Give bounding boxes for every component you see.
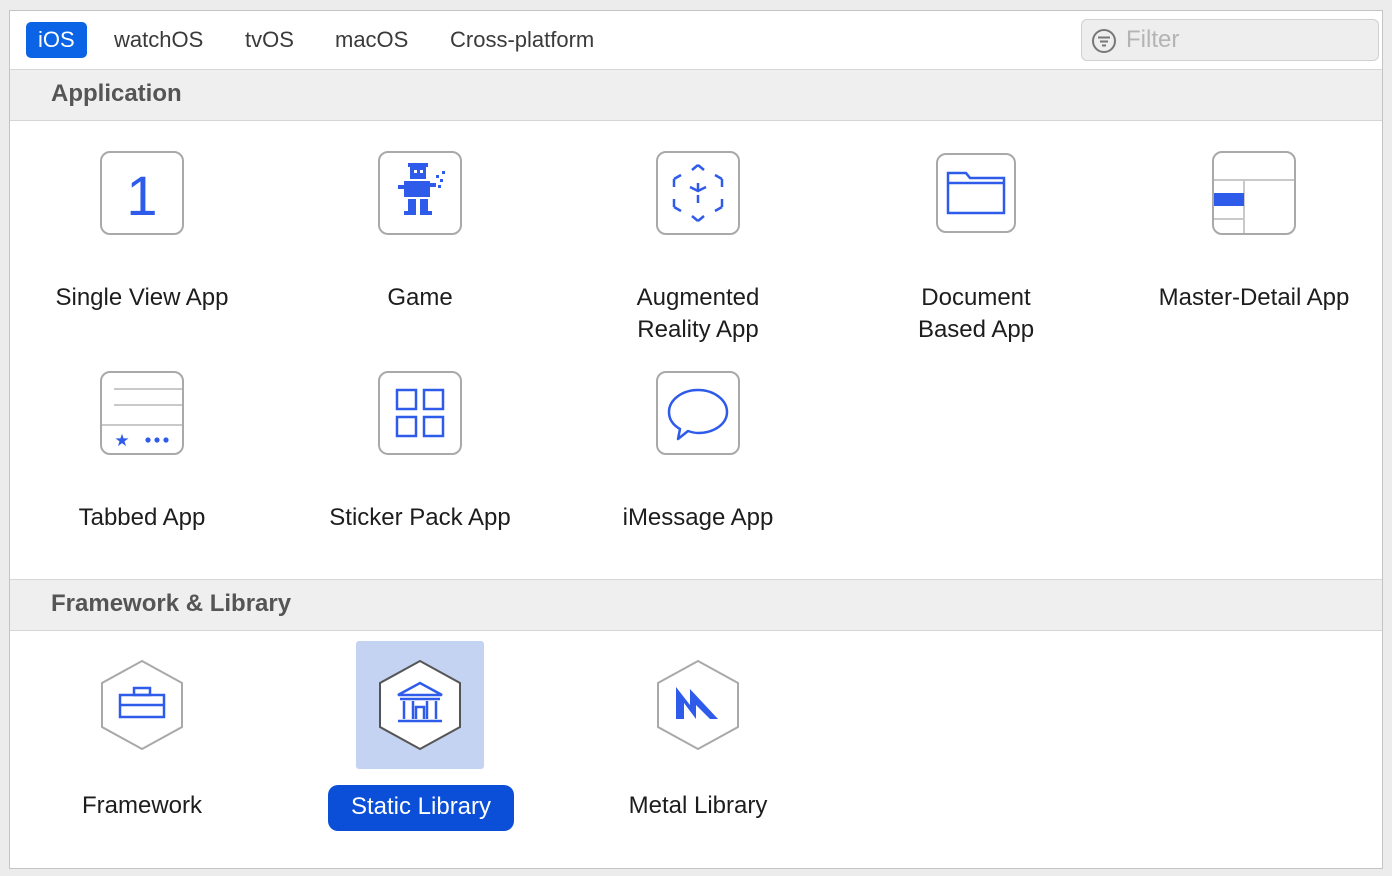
platform-tab-bar: iOS watchOS tvOS macOS Cross-platform (10, 11, 1382, 70)
grid-icon (378, 371, 462, 455)
template-label: Master-Detail App (1158, 284, 1350, 311)
svg-text:1: 1 (126, 164, 157, 227)
template-label: Augmented Reality App (636, 284, 760, 343)
svg-text:★: ★ (114, 431, 129, 451)
game-icon (378, 151, 462, 235)
tab-tvos[interactable]: tvOS (233, 22, 306, 58)
filter-icon (1092, 29, 1116, 53)
folder-icon (936, 153, 1016, 233)
template-label: Sticker Pack App (329, 504, 511, 531)
ar-cube-icon (656, 151, 740, 235)
section-title: Application (51, 80, 182, 107)
template-tabbed-app[interactable]: ★ Tabbed App (12, 371, 272, 551)
tab-watchos[interactable]: watchOS (102, 22, 215, 58)
template-master-detail-app[interactable]: Master-Detail App (1124, 151, 1384, 331)
template-label: Game (387, 284, 453, 311)
bank-icon (379, 659, 461, 751)
section-header-framework: Framework & Library (10, 579, 1382, 631)
template-imessage-app[interactable]: iMessage App (568, 371, 828, 551)
template-augmented-reality-app[interactable]: Augmented Reality App (568, 151, 828, 351)
template-metal-library[interactable]: Metal Library (568, 659, 828, 829)
filter-input[interactable] (1124, 24, 1368, 56)
template-document-based-app[interactable]: Document Based App (846, 151, 1106, 351)
metal-icon (657, 659, 739, 751)
single-view-icon: 1 (100, 151, 184, 235)
filter-field[interactable] (1081, 19, 1379, 61)
template-label: iMessage App (622, 504, 774, 531)
template-static-library[interactable]: Static Library (290, 641, 550, 831)
template-single-view-app[interactable]: 1 Single View App (12, 151, 272, 331)
template-game[interactable]: Game (290, 151, 550, 331)
template-label: Single View App (55, 284, 229, 311)
tab-macos[interactable]: macOS (323, 22, 420, 58)
template-chooser-window: iOS watchOS tvOS macOS Cross-platform Ap… (9, 10, 1383, 869)
toolbox-icon (101, 659, 183, 751)
template-label: Tabbed App (78, 504, 206, 531)
tab-ios[interactable]: iOS (26, 22, 87, 58)
template-label: Framework (81, 792, 202, 819)
section-header-application: Application (10, 69, 1382, 121)
speech-bubble-icon (656, 371, 740, 455)
template-sticker-pack-app[interactable]: Sticker Pack App (290, 371, 550, 551)
template-label: Metal Library (628, 792, 768, 819)
tab-cross-platform[interactable]: Cross-platform (438, 22, 606, 58)
template-label: Document Based App (917, 284, 1035, 343)
master-detail-icon (1212, 151, 1296, 235)
section-title: Framework & Library (51, 590, 292, 617)
template-framework[interactable]: Framework (12, 659, 272, 829)
template-label-selected: Static Library (328, 785, 514, 831)
tab-bar-icon: ★ (100, 371, 184, 455)
